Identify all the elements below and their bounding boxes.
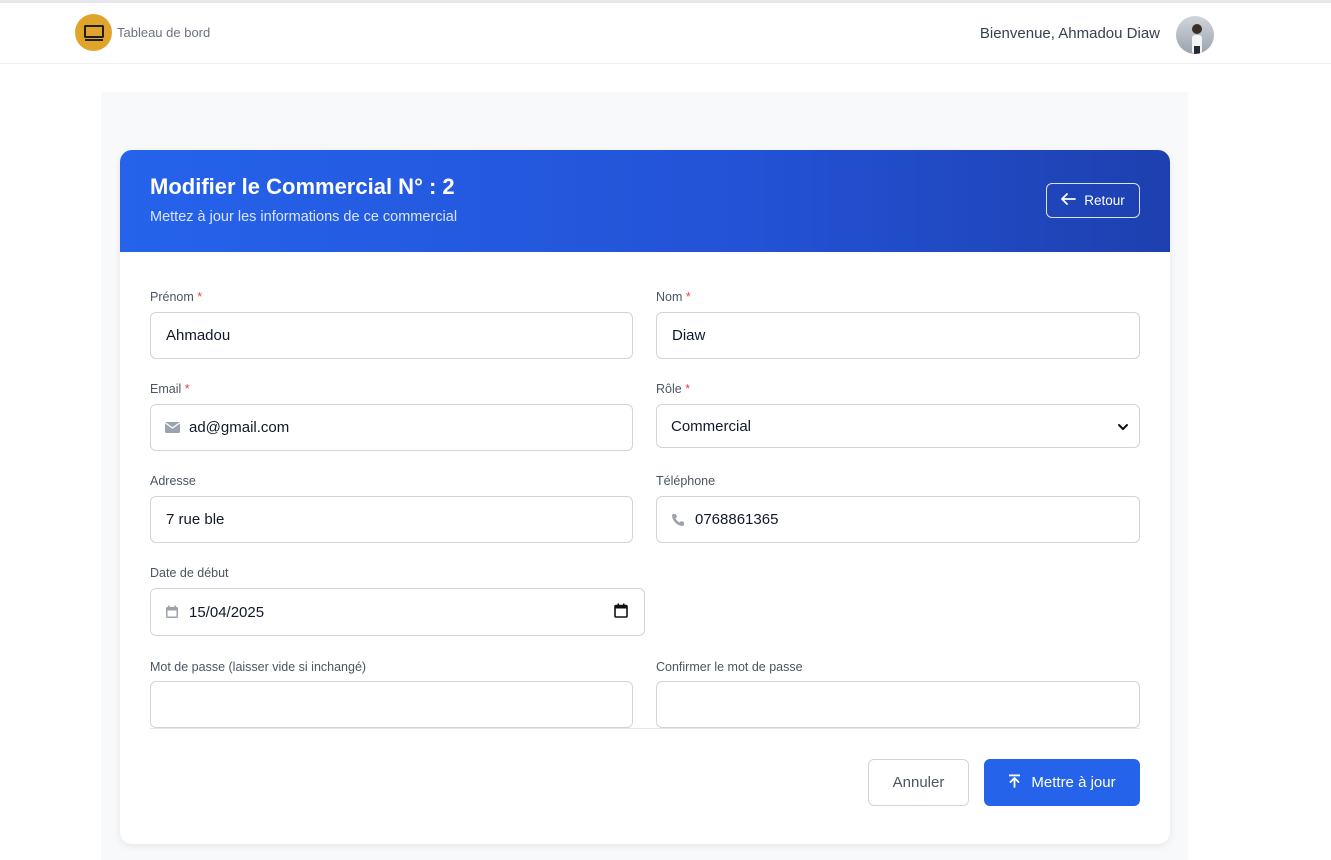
- back-button[interactable]: Retour: [1046, 183, 1140, 218]
- date-debut-label-text: Date de début: [150, 566, 229, 580]
- role-select[interactable]: Commercial: [656, 404, 1140, 448]
- chevron-down-icon: [1117, 420, 1129, 437]
- required-marker: *: [184, 382, 190, 396]
- page-subtitle: Mettez à jour les informations de ce com…: [150, 209, 458, 225]
- password-confirm-label: Confirmer le mot de passe: [656, 660, 803, 674]
- nom-input[interactable]: Diaw: [656, 312, 1140, 359]
- calendar-icon: [164, 604, 180, 620]
- adresse-value: 7 rue ble: [166, 511, 225, 528]
- password-confirm-input[interactable]: [656, 681, 1140, 728]
- nom-label-text: Nom: [656, 290, 683, 304]
- date-debut-label: Date de début: [150, 566, 229, 580]
- nom-value: Diaw: [672, 327, 706, 344]
- prenom-label: Prénom *: [150, 290, 202, 304]
- adresse-label: Adresse: [150, 474, 196, 488]
- required-marker: *: [197, 290, 203, 304]
- telephone-value: 0768861365: [695, 511, 779, 528]
- prenom-input[interactable]: Ahmadou: [150, 312, 633, 359]
- date-debut-value: 15/04/2025: [189, 603, 265, 621]
- update-button-label: Mettre à jour: [1031, 774, 1116, 791]
- role-label: Rôle *: [656, 382, 690, 396]
- adresse-label-text: Adresse: [150, 474, 196, 488]
- edit-commercial-card: Modifier le Commercial N° : 2 Mettez à j…: [120, 150, 1170, 844]
- envelope-icon: [164, 420, 180, 436]
- page-title: Modifier le Commercial N° : 2: [150, 174, 455, 199]
- required-marker: *: [685, 382, 691, 396]
- password-confirm-label-text: Confirmer le mot de passe: [656, 660, 803, 674]
- update-button[interactable]: Mettre à jour: [984, 759, 1140, 806]
- email-value: ad@gmail.com: [189, 419, 290, 436]
- cancel-button[interactable]: Annuler: [868, 759, 969, 806]
- telephone-label-text: Téléphone: [656, 474, 716, 488]
- adresse-input[interactable]: 7 rue ble: [150, 496, 633, 543]
- nom-label: Nom *: [656, 290, 691, 304]
- dashboard-link[interactable]: Tableau de bord: [117, 25, 210, 40]
- prenom-value: Ahmadou: [166, 327, 231, 344]
- prenom-label-text: Prénom: [150, 290, 194, 304]
- welcome-text: Bienvenue, Ahmadou Diaw: [979, 25, 1160, 42]
- password-input[interactable]: [150, 681, 633, 728]
- password-label: Mot de passe (laisser vide si inchangé): [150, 660, 366, 674]
- date-picker-icon[interactable]: [614, 603, 628, 622]
- avatar[interactable]: [1176, 16, 1214, 54]
- role-value: Commercial: [671, 417, 752, 435]
- upload-icon: [1008, 774, 1021, 792]
- logo: [75, 14, 112, 51]
- telephone-label: Téléphone: [656, 474, 715, 488]
- email-input[interactable]: ad@gmail.com: [150, 404, 633, 451]
- date-debut-input[interactable]: 15/04/2025: [150, 588, 645, 636]
- password-label-text: Mot de passe (laisser vide si inchangé): [150, 660, 367, 674]
- phone-icon: [670, 512, 686, 528]
- role-label-text: Rôle: [656, 382, 682, 396]
- arrow-left-icon: [1061, 193, 1077, 208]
- top-navbar: Tableau de bord Bienvenue, Ahmadou Diaw: [0, 0, 1331, 64]
- divider: [150, 728, 1140, 729]
- card-header: Modifier le Commercial N° : 2 Mettez à j…: [120, 150, 1170, 252]
- back-button-label: Retour: [1084, 193, 1125, 208]
- telephone-input[interactable]: 0768861365: [656, 496, 1140, 543]
- required-marker: *: [685, 290, 691, 304]
- brand[interactable]: Tableau de bord: [75, 14, 210, 51]
- email-label: Email *: [150, 382, 190, 396]
- email-label-text: Email: [150, 382, 182, 396]
- cancel-button-label: Annuler: [892, 774, 945, 791]
